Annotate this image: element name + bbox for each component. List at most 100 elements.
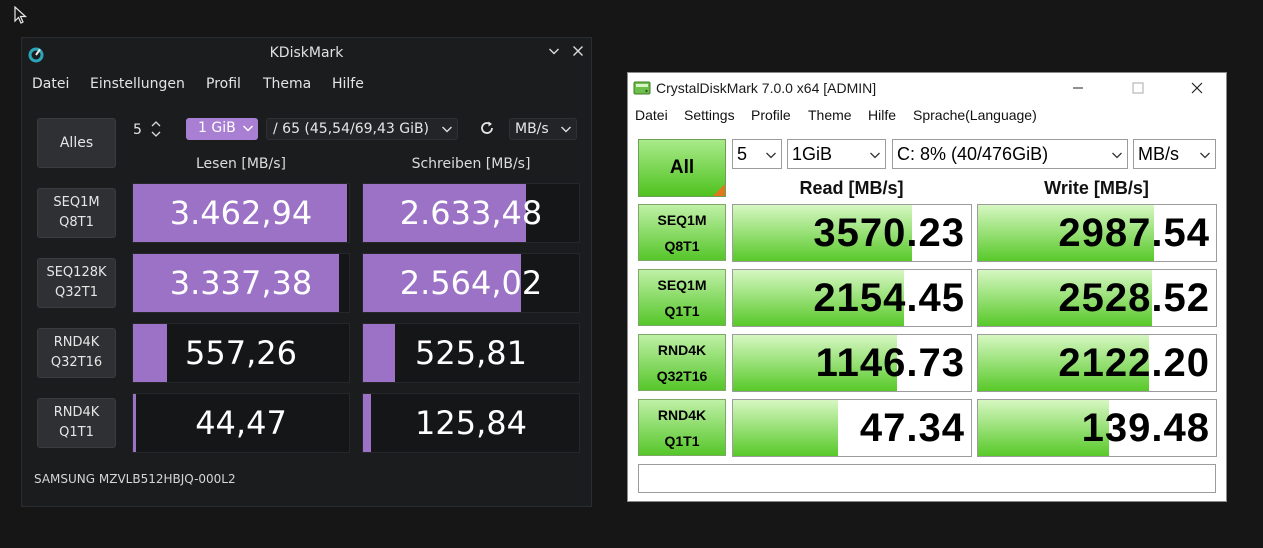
test-button-rnd4k-q32t16[interactable]: RND4K Q32T16 (37, 328, 116, 378)
read-result-value: 3570.23 (813, 211, 965, 255)
maximize-button[interactable] (1118, 77, 1158, 99)
test-button-seq128k-q32t1[interactable]: SEQ128K Q32T1 (37, 258, 116, 308)
test-label-line1: SEQ1M (53, 195, 100, 210)
unit-value: MB/s (515, 121, 549, 137)
chevron-down-icon (870, 152, 880, 159)
chevron-down-icon (549, 48, 559, 55)
crystaldiskmark-titlebar[interactable]: CrystalDiskMark 7.0.0 x64 [ADMIN] (628, 73, 1226, 103)
menu-settings[interactable]: Settings (684, 107, 735, 123)
write-result-cell: 2.564,02 (362, 253, 580, 313)
write-column-header: Schreiben [MB/s] (411, 156, 531, 172)
unit-select[interactable]: MB/s (509, 118, 577, 140)
device-name: SAMSUNG MZVLB512HBJQ-000L2 (34, 472, 236, 486)
write-result-value: 2987.54 (1058, 211, 1210, 255)
window-title: CrystalDiskMark 7.0.0 x64 [ADMIN] (656, 80, 877, 96)
maximize-icon (1132, 82, 1144, 94)
chevron-down-icon (1112, 152, 1122, 159)
disk-icon (633, 81, 651, 95)
drive-value: C: 8% (40/476GiB) (897, 144, 1049, 164)
close-icon (573, 46, 583, 56)
drive-value: / 65 (45,54/69,43 GiB) (273, 121, 430, 137)
menu-help[interactable]: Hilfe (332, 76, 364, 92)
read-column-header: Lesen [MB/s] (195, 156, 286, 172)
run-all-button[interactable]: Alles (37, 118, 116, 168)
test-button-seq1m-q1t1[interactable]: SEQ1M Q1T1 (638, 269, 726, 326)
refresh-icon[interactable] (479, 120, 495, 136)
test-label-line1: SEQ1M (657, 211, 707, 228)
mouse-cursor-icon (14, 6, 28, 24)
run-all-button[interactable]: All (638, 139, 726, 197)
test-button-rnd4k-q1t1[interactable]: RND4K Q1T1 (638, 399, 726, 456)
menu-file[interactable]: Datei (635, 107, 668, 123)
read-result-cell: 44,47 (132, 393, 350, 453)
close-button[interactable] (1177, 77, 1217, 99)
runs-value: 5 (737, 144, 748, 164)
menu-profile[interactable]: Profile (751, 107, 791, 123)
comment-input[interactable] (638, 464, 1216, 493)
window-title: KDiskMark (269, 45, 344, 61)
test-button-rnd4k-q32t16[interactable]: RND4K Q32T16 (638, 334, 726, 391)
write-result-value: 2122.20 (1058, 341, 1210, 385)
menu-profile[interactable]: Profil (206, 76, 241, 92)
close-button[interactable] (569, 44, 587, 62)
test-label-line2: Q1T1 (664, 302, 700, 319)
menu-language[interactable]: Sprache(Language) (913, 107, 1037, 123)
write-result-cell: 2987.54 (977, 204, 1217, 262)
write-result-value: 2528.52 (1058, 276, 1210, 320)
minimize-button[interactable] (1058, 77, 1098, 99)
menu-theme[interactable]: Thema (263, 76, 311, 92)
test-button-rnd4k-q1t1[interactable]: RND4K Q1T1 (37, 398, 116, 448)
test-size-select[interactable]: 1 GiB (186, 118, 258, 140)
read-result-cell: 3.337,38 (132, 253, 350, 313)
crystaldiskmark-menubar: Datei Settings Profile Theme Hilfe Sprac… (628, 107, 1226, 127)
read-result-value: 557,26 (185, 334, 297, 372)
run-all-label: All (669, 157, 695, 178)
test-button-seq1m-q8t1[interactable]: SEQ1M Q8T1 (37, 188, 116, 238)
menu-help[interactable]: Hilfe (868, 107, 896, 123)
test-size-select[interactable]: 1GiB (787, 139, 886, 169)
test-label-line1: RND4K (657, 341, 707, 358)
read-result-cell: 557,26 (132, 323, 350, 383)
test-button-seq1m-q8t1[interactable]: SEQ1M Q8T1 (638, 204, 726, 261)
read-result-cell: 2154.45 (732, 269, 972, 327)
read-result-cell: 3570.23 (732, 204, 972, 262)
test-label-line1: SEQ128K (46, 265, 107, 280)
close-icon (1191, 82, 1203, 94)
spin-arrows-icon[interactable] (150, 118, 162, 140)
test-label-line2: Q1T1 (59, 425, 94, 440)
write-result-value: 525,81 (415, 334, 527, 372)
kdiskmark-titlebar[interactable]: KDiskMark (22, 38, 591, 70)
test-label-line2: Q32T16 (656, 367, 708, 384)
corner-marker (713, 184, 725, 196)
test-label-line1: RND4K (53, 405, 100, 420)
read-result-value: 47.34 (859, 406, 965, 450)
test-label-line2: Q8T1 (664, 237, 700, 254)
write-result-cell: 525,81 (362, 323, 580, 383)
runs-spinbox[interactable]: 5 (133, 122, 142, 138)
write-result-value: 2.564,02 (399, 264, 543, 302)
read-result-value: 2154.45 (813, 276, 965, 320)
menu-settings[interactable]: Einstellungen (90, 76, 185, 92)
read-result-cell: 47.34 (732, 399, 972, 457)
write-column-header: Write [MB/s] (1044, 178, 1149, 198)
read-column-header: Read [MB/s] (799, 178, 904, 198)
test-size-value: 1GiB (792, 144, 833, 164)
crystaldiskmark-window: CrystalDiskMark 7.0.0 x64 [ADMIN] Datei … (627, 72, 1227, 502)
menu-theme[interactable]: Theme (808, 107, 852, 123)
test-label-line2: Q1T1 (664, 432, 700, 449)
menu-file[interactable]: Datei (32, 76, 69, 92)
read-result-value: 1146.73 (815, 341, 965, 385)
test-size-value: 1 GiB (198, 120, 236, 136)
chevron-down-icon (1200, 152, 1210, 159)
test-label-line2: Q8T1 (59, 215, 94, 230)
drive-select[interactable]: C: 8% (40/476GiB) (892, 139, 1128, 169)
runs-select[interactable]: 5 (732, 139, 782, 169)
minimize-button[interactable] (545, 44, 563, 62)
unit-select[interactable]: MB/s (1133, 139, 1216, 169)
kdiskmark-window: KDiskMark Datei Einstellungen Profil The… (21, 37, 592, 507)
read-result-value: 3.462,94 (169, 194, 313, 232)
test-label-line1: RND4K (53, 335, 100, 350)
chevron-down-icon (442, 126, 452, 133)
read-result-cell: 3.462,94 (132, 183, 350, 243)
drive-select[interactable]: / 65 (45,54/69,43 GiB) (266, 118, 458, 140)
